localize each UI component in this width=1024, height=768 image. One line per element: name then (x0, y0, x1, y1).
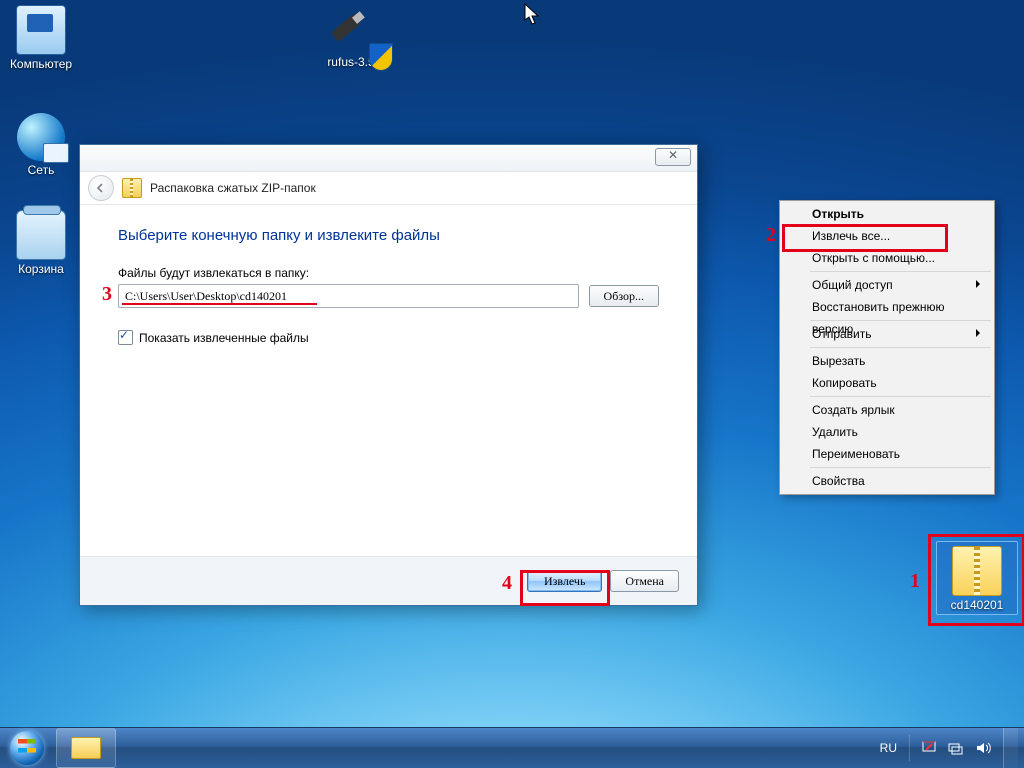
desktop-icon-label: Компьютер (3, 57, 79, 71)
wizard-title: Распаковка сжатых ZIP-папок (150, 181, 316, 195)
language-indicator[interactable]: RU (880, 741, 897, 755)
wizard-heading: Выберите конечную папку и извлеките файл… (118, 227, 659, 244)
browse-button[interactable]: Обзор... (589, 285, 659, 307)
submenu-arrow-icon (976, 329, 984, 337)
network-icon (17, 113, 65, 161)
desktop-icon-label: Сеть (3, 163, 79, 177)
wizard-header: Распаковка сжатых ZIP-папок (80, 172, 697, 205)
ctx-rename[interactable]: Переименовать (782, 443, 992, 465)
ctx-open-with[interactable]: Открыть с помощью... (782, 247, 992, 269)
annotation-number-1: 1 (910, 570, 920, 593)
mouse-cursor-icon (524, 3, 540, 25)
ctx-copy[interactable]: Копировать (782, 372, 992, 394)
ctx-extract-all[interactable]: Извлечь все... (782, 225, 992, 247)
desktop-icon-network[interactable]: Сеть (3, 113, 79, 177)
desktop-icon-label: Корзина (3, 262, 79, 276)
zip-folder-icon (122, 178, 142, 198)
zip-folder-icon (952, 546, 1002, 596)
desktop-icon-zip-cd140201[interactable]: cd140201 (936, 541, 1018, 615)
computer-icon (16, 5, 66, 55)
recycle-bin-icon (16, 210, 66, 260)
show-desktop-button[interactable] (1003, 728, 1018, 768)
cancel-button[interactable]: Отмена (610, 570, 679, 592)
start-button[interactable] (0, 728, 54, 768)
show-extracted-label: Показать извлеченные файлы (139, 331, 309, 345)
desktop-icon-computer[interactable]: Компьютер (3, 5, 79, 71)
ctx-open[interactable]: Открыть (782, 203, 992, 225)
ctx-delete[interactable]: Удалить (782, 421, 992, 443)
ctx-restore-version[interactable]: Восстановить прежнюю версию (782, 296, 992, 318)
ctx-cut[interactable]: Вырезать (782, 350, 992, 372)
annotation-number-2: 2 (766, 224, 776, 247)
desktop-icon-label: cd140201 (939, 598, 1015, 612)
window-close-button[interactable]: ✕ (655, 148, 691, 166)
arrow-left-icon (95, 182, 107, 194)
wizard-footer: Извлечь Отмена (80, 556, 697, 605)
network-tray-icon[interactable] (948, 741, 964, 755)
back-button[interactable] (88, 175, 114, 201)
destination-label: Файлы будут извлекаться в папку: (118, 266, 659, 280)
window-titlebar[interactable]: ✕ (80, 145, 697, 172)
action-center-icon[interactable] (922, 741, 936, 755)
tray-separator (909, 735, 910, 761)
ctx-send-to[interactable]: Отправить (782, 323, 992, 345)
ctx-create-shortcut[interactable]: Создать ярлык (782, 399, 992, 421)
ctx-properties[interactable]: Свойства (782, 470, 992, 492)
desktop-icon-recycle-bin[interactable]: Корзина (3, 210, 79, 276)
show-extracted-checkbox[interactable] (118, 330, 133, 345)
folder-icon (71, 737, 101, 759)
destination-path-input[interactable] (118, 284, 579, 308)
ctx-share[interactable]: Общий доступ (782, 274, 992, 296)
taskbar-explorer-button[interactable] (56, 728, 116, 768)
context-menu: Открыть Извлечь все... Открыть с помощью… (779, 200, 995, 495)
taskbar: RU (0, 727, 1024, 768)
system-tray: RU (868, 728, 1024, 768)
extract-button[interactable]: Извлечь (527, 570, 602, 592)
submenu-arrow-icon (976, 280, 984, 288)
close-icon: ✕ (668, 148, 678, 162)
windows-orb-icon (10, 731, 44, 765)
uac-shield-icon (369, 43, 393, 71)
extract-wizard-window: ✕ Распаковка сжатых ZIP-папок Выберите к… (79, 144, 698, 606)
volume-tray-icon[interactable] (976, 741, 991, 755)
desktop-icon-rufus[interactable]: rufus-3.5 (313, 5, 389, 69)
